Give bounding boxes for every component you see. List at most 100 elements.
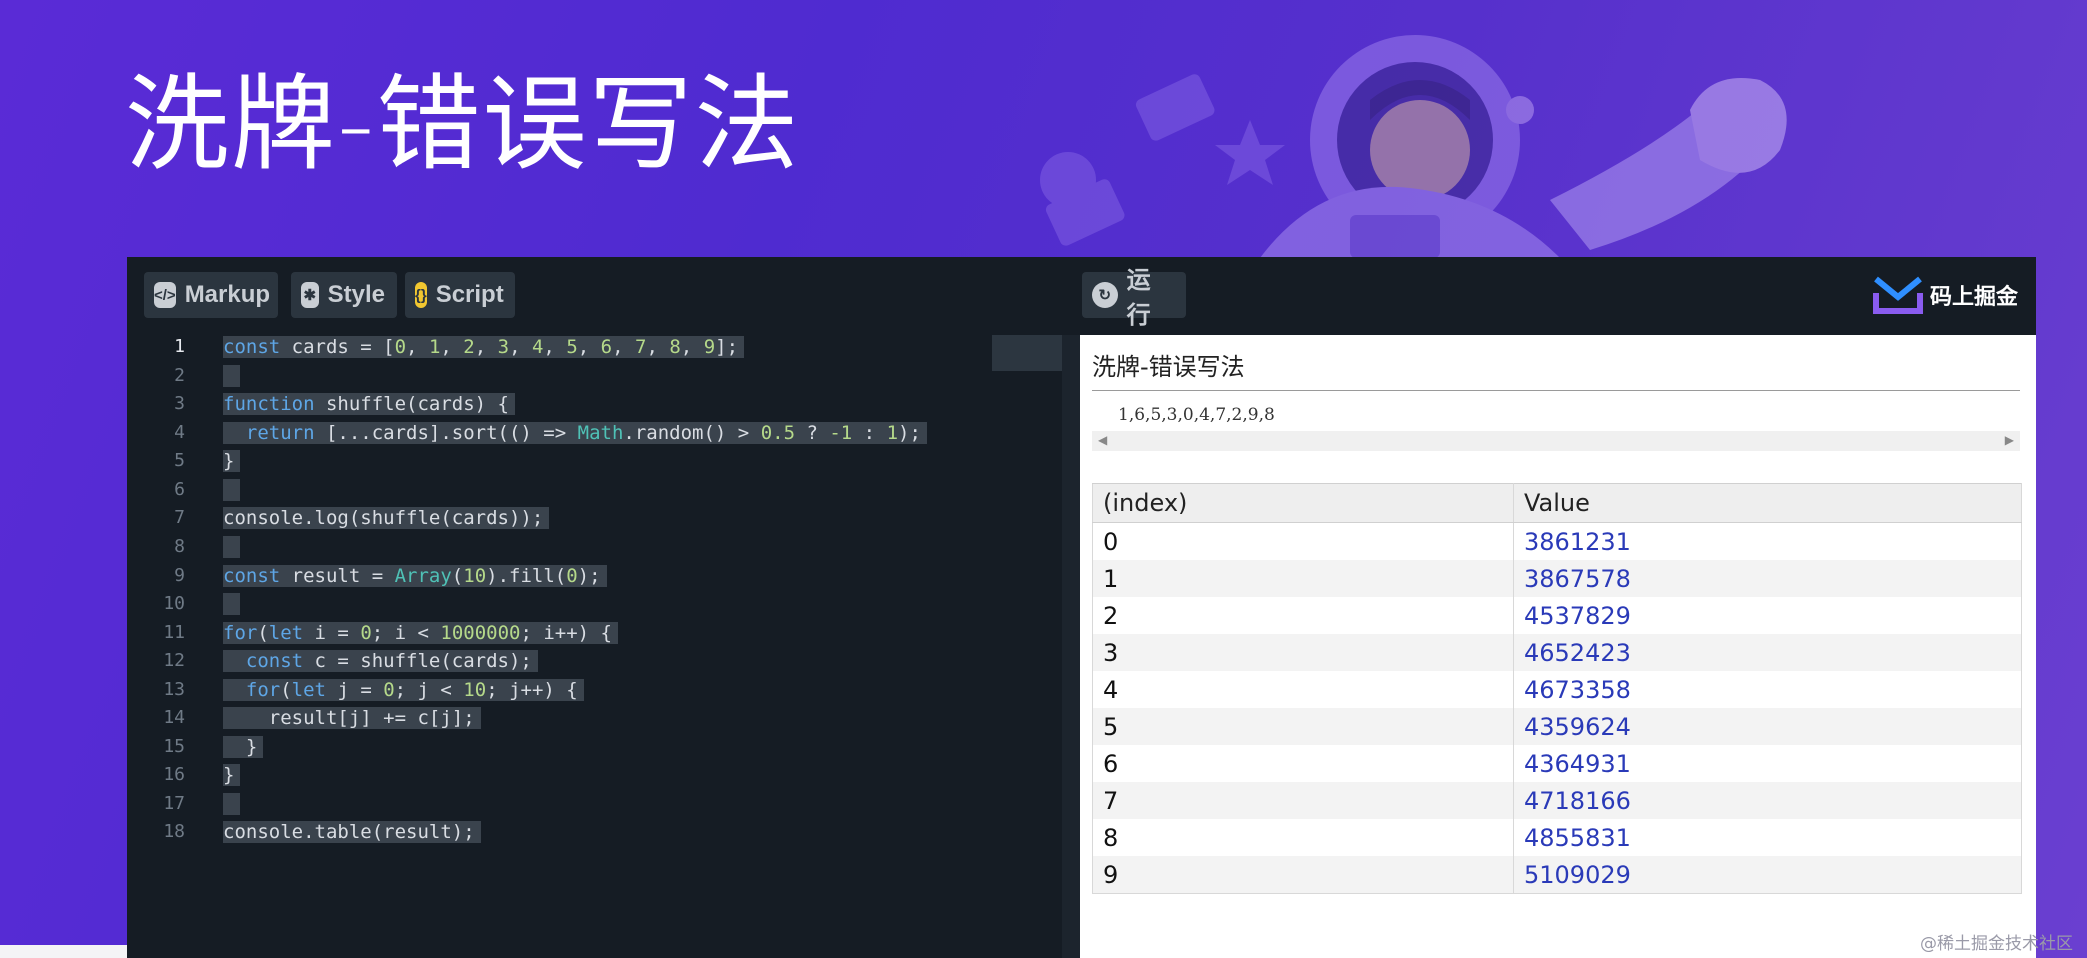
- code-editor[interactable]: 1 2 3 4 5 6 7 8 9 10 11 12 13 14 15 16 1…: [127, 335, 1062, 958]
- value-cell: 5109029: [1513, 856, 2022, 894]
- table-row: 0 3861231: [1092, 522, 2022, 560]
- line-number: 14: [163, 707, 185, 728]
- toolbar: </> Markup ✱ Style {} Script ↻ 运行 码上掘金: [127, 257, 2036, 335]
- index-cell: 0: [1092, 522, 1514, 560]
- line-number: 18: [163, 821, 185, 842]
- juejin-logo-icon: [1873, 276, 1923, 314]
- code-line[interactable]: }: [223, 734, 264, 760]
- asterisk-icon: ✱: [301, 282, 319, 308]
- line-number: 7: [174, 507, 185, 528]
- line-number: 13: [163, 679, 185, 700]
- value-cell: 4364931: [1513, 745, 2022, 782]
- code-line[interactable]: function shuffle(cards) {: [223, 391, 515, 417]
- value-cell: 3861231: [1513, 522, 2022, 560]
- table-row: 1 3867578: [1092, 560, 2022, 597]
- code-line[interactable]: for(let i = 0; i < 1000000; i++) {: [223, 620, 618, 646]
- table-row: 6 4364931: [1092, 745, 2022, 782]
- index-cell: 9: [1092, 856, 1514, 894]
- code-line[interactable]: }: [223, 448, 241, 474]
- table-row: 3 4652423: [1092, 634, 2022, 671]
- table-row: 4 4673358: [1092, 671, 2022, 708]
- preview-pane: 洗牌-错误写法 1,6,5,3,0,4,7,2,9,8 ◀ ▶ (index) …: [1080, 335, 2036, 958]
- index-cell: 4: [1092, 671, 1514, 708]
- astronaut-illustration: [1040, 35, 1787, 258]
- horizontal-scrollbar[interactable]: ◀ ▶: [1092, 431, 2020, 451]
- index-cell: 6: [1092, 745, 1514, 782]
- table-row: 7 4718166: [1092, 782, 2022, 819]
- index-cell: 1: [1092, 560, 1514, 597]
- code-icon: </>: [154, 282, 176, 308]
- console-log-output: 1,6,5,3,0,4,7,2,9,8: [1118, 405, 1275, 425]
- line-number: 16: [163, 764, 185, 785]
- line-number: 3: [174, 393, 185, 414]
- code-line[interactable]: [223, 534, 241, 560]
- code-line[interactable]: const c = shuffle(cards);: [223, 648, 538, 674]
- line-number: 10: [163, 593, 185, 614]
- line-number: 8: [174, 536, 185, 557]
- index-cell: 5: [1092, 708, 1514, 745]
- code-line[interactable]: [223, 477, 241, 503]
- table-row: 5 4359624: [1092, 708, 2022, 745]
- refresh-icon: ↻: [1092, 282, 1118, 308]
- line-number: 5: [174, 450, 185, 471]
- pane-splitter[interactable]: [1062, 335, 1080, 958]
- code-line[interactable]: [223, 591, 241, 617]
- braces-icon: {}: [415, 282, 427, 308]
- code-line[interactable]: result[j] += c[j];: [223, 705, 481, 731]
- brand-logo[interactable]: 码上掘金: [1872, 275, 2018, 315]
- tab-markup[interactable]: </> Markup: [144, 272, 278, 318]
- code-playground-window: </> Markup ✱ Style {} Script ↻ 运行 码上掘金 1…: [127, 257, 2036, 958]
- preview-title: 洗牌-错误写法: [1092, 353, 1245, 381]
- slide-title: 洗牌-错误写法: [125, 63, 801, 185]
- value-cell: 3867578: [1513, 560, 2022, 597]
- line-number: 4: [174, 422, 185, 443]
- line-number: 17: [163, 793, 185, 814]
- code-line[interactable]: [223, 791, 241, 817]
- value-cell: 4673358: [1513, 671, 2022, 708]
- line-number: 9: [174, 565, 185, 586]
- page-edge: [0, 945, 127, 958]
- line-number: 15: [163, 736, 185, 757]
- code-line[interactable]: console.log(shuffle(cards));: [223, 505, 550, 531]
- column-header-value: Value: [1513, 483, 2022, 523]
- code-line[interactable]: const cards = [0, 1, 2, 3, 4, 5, 6, 7, 8…: [223, 334, 745, 360]
- line-number: 2: [174, 365, 185, 386]
- scroll-right-icon[interactable]: ▶: [2005, 433, 2014, 447]
- value-cell: 4652423: [1513, 634, 2022, 671]
- index-cell: 3: [1092, 634, 1514, 671]
- value-cell: 4359624: [1513, 708, 2022, 745]
- line-number: 11: [163, 622, 185, 643]
- code-line[interactable]: }: [223, 762, 241, 788]
- tab-style-label: Style: [327, 281, 385, 308]
- brand-name: 码上掘金: [1930, 284, 2019, 309]
- code-line[interactable]: for(let j = 0; j < 10; j++) {: [223, 677, 584, 703]
- tab-script[interactable]: {} Script: [405, 272, 515, 318]
- tab-style[interactable]: ✱ Style: [291, 272, 397, 318]
- code-line[interactable]: console.table(result);: [223, 819, 481, 845]
- line-number: 1: [174, 336, 185, 357]
- scroll-left-icon[interactable]: ◀: [1098, 433, 1107, 447]
- minimap[interactable]: [992, 335, 1062, 371]
- value-cell: 4855831: [1513, 819, 2022, 856]
- watermark: @稀土掘金技术社区: [1920, 934, 2073, 954]
- index-cell: 2: [1092, 597, 1514, 634]
- table-row: 9 5109029: [1092, 856, 2022, 894]
- index-cell: 7: [1092, 782, 1514, 819]
- value-cell: 4718166: [1513, 782, 2022, 819]
- tab-script-label: Script: [435, 281, 504, 308]
- code-line[interactable]: [223, 363, 241, 389]
- code-line[interactable]: const result = Array(10).fill(0);: [223, 563, 607, 589]
- column-header-index: (index): [1092, 483, 1514, 523]
- tab-markup-label: Markup: [184, 281, 271, 308]
- table-row: 2 4537829: [1092, 597, 2022, 634]
- index-cell: 8: [1092, 819, 1514, 856]
- line-number: 12: [163, 650, 185, 671]
- run-button-label: 运行: [1126, 267, 1151, 329]
- divider: [1092, 390, 2020, 391]
- line-number: 6: [174, 479, 185, 500]
- console-table: (index) Value 0 3861231 1 3867578 2 4537829…: [1092, 483, 2022, 894]
- run-button[interactable]: ↻ 运行: [1082, 267, 1186, 329]
- code-line[interactable]: return [...cards].sort(() => Math.random…: [223, 420, 927, 446]
- table-row: 8 4855831: [1092, 819, 2022, 856]
- value-cell: 4537829: [1513, 597, 2022, 634]
